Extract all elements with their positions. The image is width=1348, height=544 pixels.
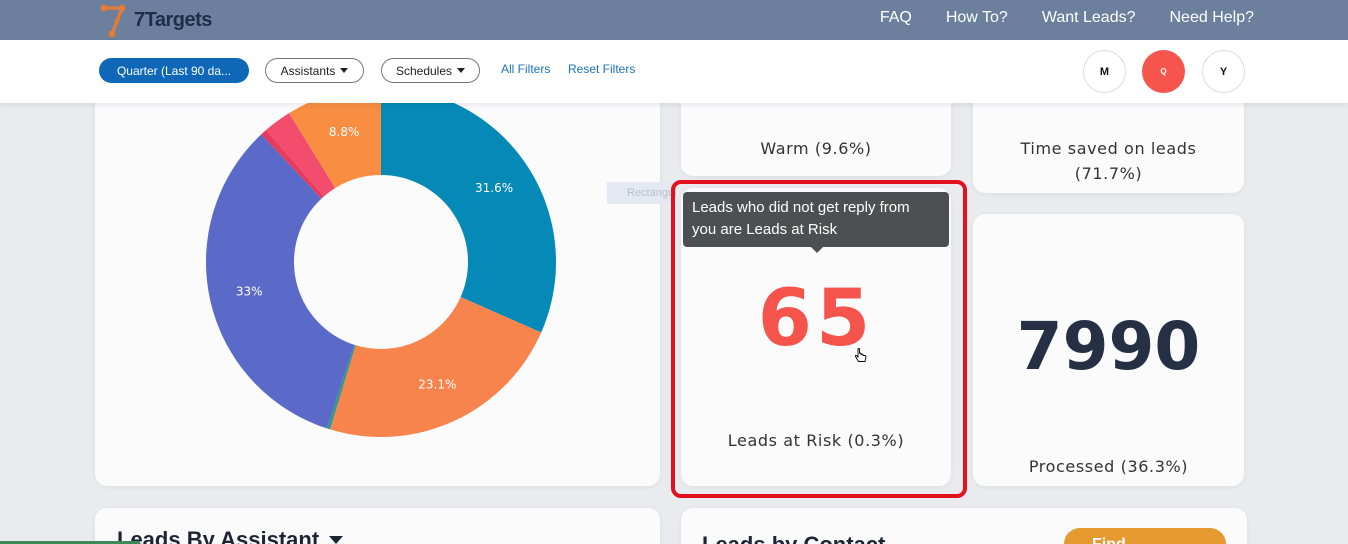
- filter-bar: Quarter (Last 90 da... Assistants Schedu…: [0, 40, 1348, 103]
- period-quarter-button[interactable]: Q: [1142, 50, 1185, 93]
- assistants-dropdown[interactable]: Assistants: [265, 58, 364, 83]
- hand-cursor-icon: [854, 348, 867, 362]
- pie-slice-label-1: 23.1%: [418, 378, 456, 392]
- period-month-button[interactable]: M: [1083, 50, 1126, 93]
- tooltip-arrow: [811, 247, 823, 253]
- caret-down-icon: [340, 68, 349, 73]
- pie-slice-label-6: 8.8%: [329, 125, 360, 139]
- snip-overlay-label: Rectangular Snip: [607, 182, 677, 204]
- leads-at-risk-tooltip: Leads who did not get reply from you are…: [683, 192, 949, 253]
- all-filters-link[interactable]: All Filters: [501, 62, 550, 76]
- pie-slice-label-0: 31.6%: [475, 181, 513, 195]
- snip-label-text: Rectangular Snip: [627, 187, 677, 199]
- pie-slice-0[interactable]: [381, 87, 556, 333]
- reset-filters-link[interactable]: Reset Filters: [568, 62, 635, 76]
- tooltip-line2: you are Leads at Risk: [692, 221, 838, 238]
- tooltip-line1: Leads who did not get reply from: [692, 199, 910, 216]
- schedules-label: Schedules: [395, 63, 453, 78]
- pie-slice-label-3: 33%: [236, 284, 263, 298]
- period-year-button[interactable]: Y: [1202, 50, 1245, 93]
- period-filter-button[interactable]: Quarter (Last 90 da...: [99, 58, 249, 83]
- assistants-label: Assistants: [280, 63, 336, 78]
- caret-down-icon: [457, 68, 466, 73]
- schedules-dropdown[interactable]: Schedules: [381, 58, 480, 83]
